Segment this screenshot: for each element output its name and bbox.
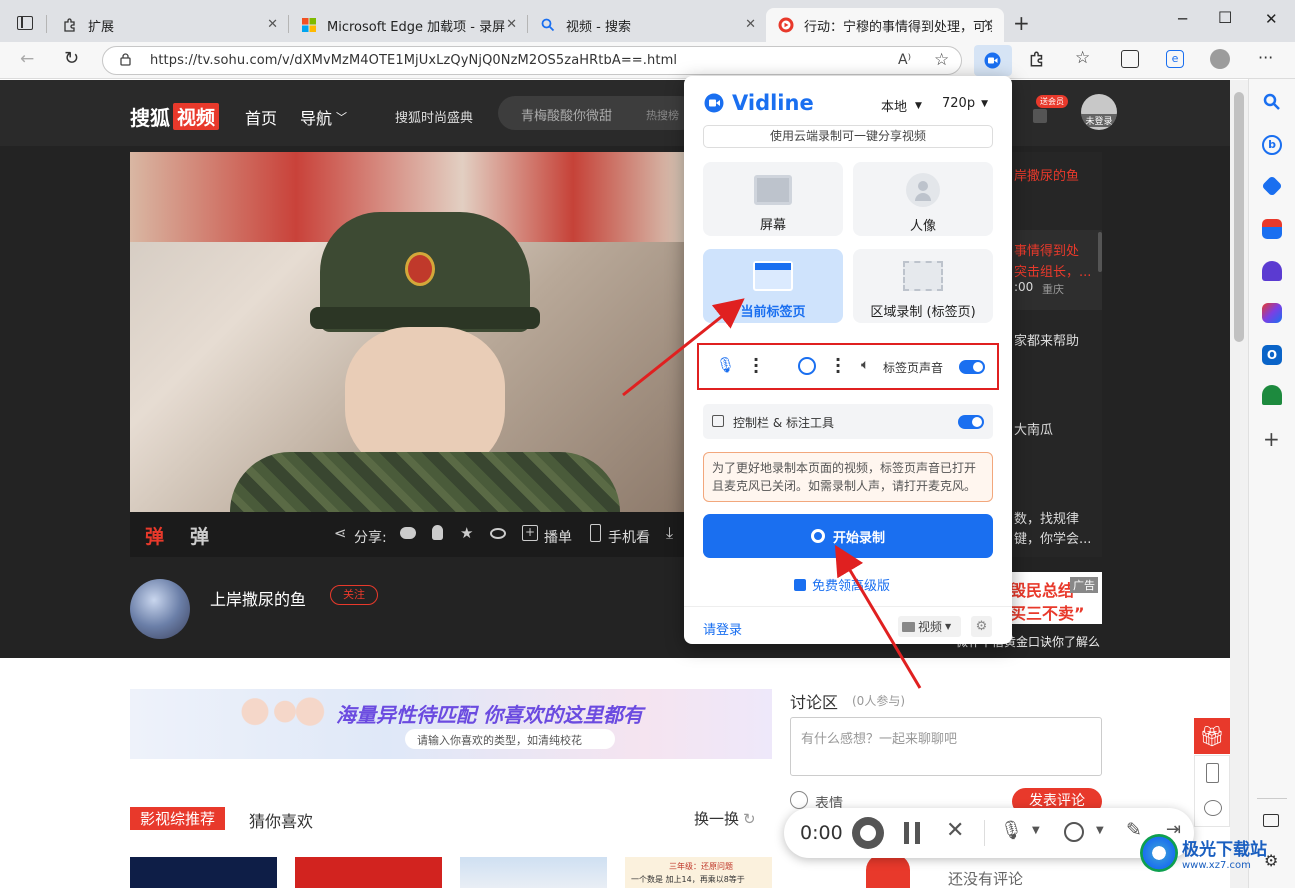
- watermark-url: www.xz7.com: [1182, 860, 1251, 871]
- annotation-arrows: [622, 298, 922, 689]
- watermark-text: 极光下载站: [1182, 840, 1267, 860]
- annotation-arrow: [622, 298, 745, 397]
- watermark-logo-icon: [1140, 834, 1178, 872]
- watermark: 极光下载站 www.xz7.com: [1140, 834, 1267, 872]
- annotation-arrow: [834, 544, 922, 689]
